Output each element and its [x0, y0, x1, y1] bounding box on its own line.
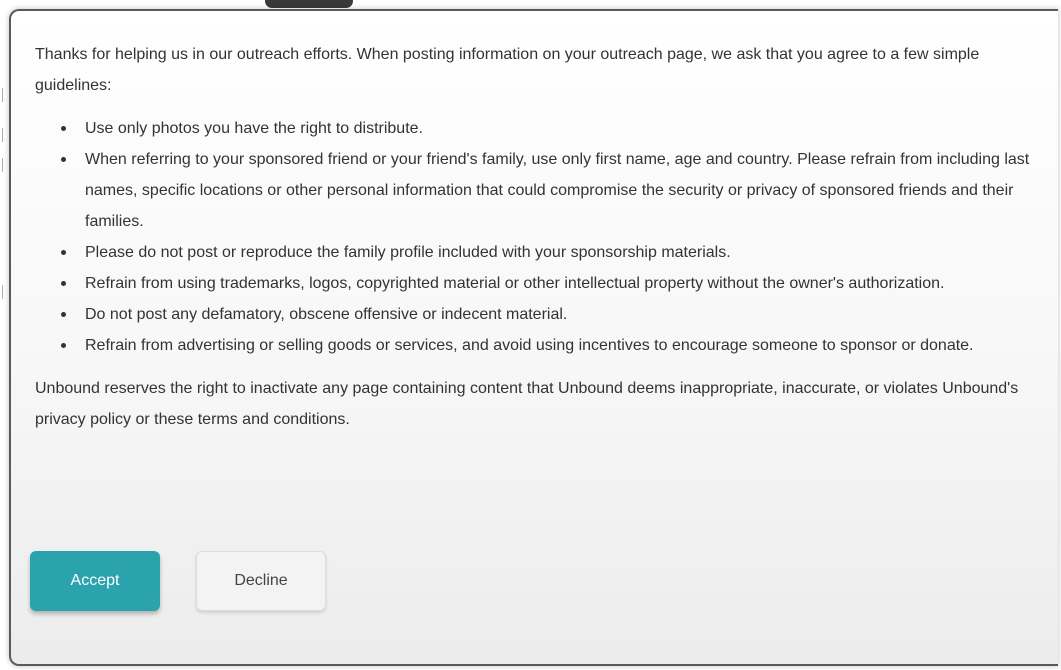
guideline-item: Please do not post or reproduce the fami… [61, 237, 1050, 268]
guideline-item: Use only photos you have the right to di… [61, 113, 1050, 144]
bullet-icon [61, 126, 66, 131]
background-text-fragment [2, 158, 9, 172]
background-text-fragment [2, 88, 9, 102]
accept-button[interactable]: Accept [30, 551, 160, 611]
decline-button[interactable]: Decline [196, 551, 326, 611]
guideline-item: Do not post any defamatory, obscene offe… [61, 299, 1050, 330]
bullet-icon [61, 157, 66, 162]
background-text-fragment [2, 285, 9, 299]
guideline-text: When referring to your sponsored friend … [85, 151, 1030, 230]
guidelines-list: Use only photos you have the right to di… [35, 113, 1050, 361]
background-text-fragment [2, 128, 9, 142]
bullet-icon [61, 343, 66, 348]
guidelines-modal: Thanks for helping us in our outreach ef… [9, 9, 1058, 666]
bullet-icon [61, 250, 66, 255]
bullet-icon [61, 312, 66, 317]
guideline-text: Please do not post or reproduce the fami… [85, 244, 731, 261]
guideline-item: When referring to your sponsored friend … [61, 144, 1050, 237]
guideline-text: Do not post any defamatory, obscene offe… [85, 306, 568, 323]
guideline-item: Refrain from advertising or selling good… [61, 330, 1050, 361]
background-tab [265, 0, 353, 8]
guideline-text: Refrain from advertising or selling good… [85, 337, 974, 354]
guideline-text: Refrain from using trademarks, logos, co… [85, 275, 945, 292]
modal-body: Thanks for helping us in our outreach ef… [35, 39, 1050, 435]
closing-text: Unbound reserves the right to inactivate… [35, 380, 1019, 428]
intro-text: Thanks for helping us in our outreach ef… [35, 46, 980, 94]
guideline-text: Use only photos you have the right to di… [85, 120, 423, 137]
bullet-icon [61, 281, 66, 286]
guideline-item: Refrain from using trademarks, logos, co… [61, 268, 1050, 299]
